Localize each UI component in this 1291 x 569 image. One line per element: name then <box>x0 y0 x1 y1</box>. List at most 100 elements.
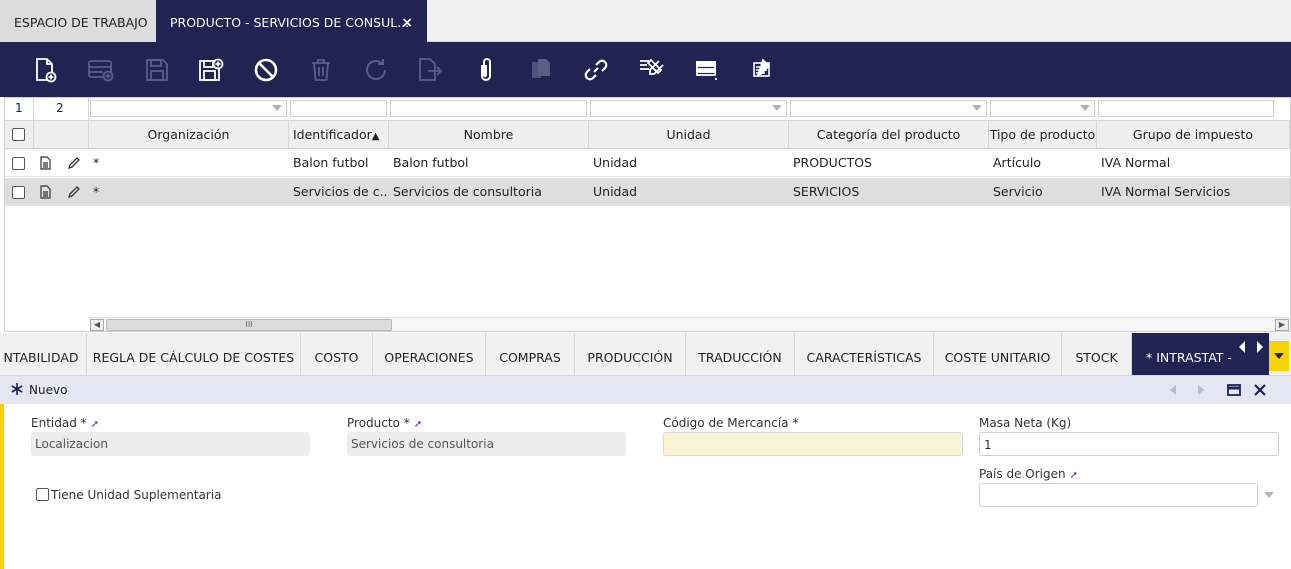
tab-operaciones[interactable]: OPERACIONES <box>373 333 486 375</box>
tab-coste-unitario[interactable]: COSTE UNITARIO <box>934 333 1062 375</box>
column-tipo[interactable]: Tipo de producto <box>989 121 1097 148</box>
open-form-icon[interactable] <box>38 156 52 170</box>
link-arrow-icon[interactable]: ➚ <box>414 419 422 430</box>
unidad-suplementaria-label: Tiene Unidad Suplementaria <box>51 488 222 502</box>
column-unidad[interactable]: Unidad <box>589 121 789 148</box>
filter-row: 1 2 <box>5 98 1290 120</box>
column-grupo-impuesto[interactable]: Grupo de impuesto <box>1097 121 1290 148</box>
column-identificador[interactable]: Identificador▲ <box>289 121 389 148</box>
table-row[interactable]: * Servicios de c... Servicios de consult… <box>5 178 1290 206</box>
form-view-icon[interactable] <box>693 56 721 84</box>
tab-caracteristicas[interactable]: CARACTERÍSTICAS <box>795 333 934 375</box>
close-tab-icon[interactable]: × <box>401 0 413 46</box>
product-grid: 1 2 Organización Identificador▲ Nombre U… <box>4 97 1291 332</box>
scroll-thumb[interactable]: III <box>106 319 392 331</box>
close-form-icon[interactable] <box>1254 384 1266 396</box>
selected-count: 1 <box>15 101 23 115</box>
form-status-label: Nuevo <box>29 383 68 397</box>
masa-neta-label: Masa Neta (Kg) <box>979 416 1072 430</box>
link-arrow-icon[interactable]: ➚ <box>1070 470 1078 481</box>
masa-neta-input[interactable]: 1 <box>979 432 1279 456</box>
row-checkbox[interactable] <box>12 157 25 170</box>
undo-icon[interactable] <box>252 56 280 84</box>
select-all-checkbox[interactable] <box>12 128 25 141</box>
open-form-icon[interactable] <box>38 185 52 199</box>
scroll-right-icon[interactable]: ▶ <box>1275 319 1289 331</box>
audit-icon[interactable] <box>748 56 776 84</box>
filter-unidad[interactable] <box>590 100 787 117</box>
new-row-icon <box>87 56 115 84</box>
subtab-prev-icon[interactable] <box>1236 340 1250 354</box>
producto-label: Producto * ➚ <box>347 416 423 430</box>
save-icon <box>143 56 171 84</box>
unidad-suplementaria-checkbox[interactable] <box>36 488 49 501</box>
copy-icon <box>527 56 555 84</box>
codigo-mercancia-input[interactable] <box>663 432 963 456</box>
pais-origen-select[interactable] <box>979 483 1258 507</box>
record-next-icon <box>1198 385 1204 395</box>
tab-traduccion[interactable]: TRADUCCIÓN <box>686 333 795 375</box>
cell-tax: IVA Normal Servicios <box>1101 184 1231 199</box>
column-categoria[interactable]: Categoría del producto <box>789 121 989 148</box>
maximize-icon[interactable] <box>1227 384 1241 396</box>
table-row[interactable]: * Balon futbol Balon futbol Unidad PRODU… <box>5 149 1290 177</box>
chevron-down-icon[interactable] <box>1264 492 1274 498</box>
form-status-bar <box>0 376 4 569</box>
cell-name: Balon futbol <box>393 155 469 170</box>
sort-asc-icon: ▲ <box>371 131 380 142</box>
scroll-left-icon[interactable]: ◀ <box>90 319 104 331</box>
link-arrow-icon[interactable]: ➚ <box>91 419 99 430</box>
save-new-icon[interactable] <box>197 56 225 84</box>
tab-regla-calculo-costes[interactable]: REGLA DE CÁLCULO DE COSTES <box>87 333 301 375</box>
codigo-mercancia-label: Código de Mercancía * <box>663 416 799 430</box>
tab-produccion[interactable]: PRODUCCIÓN <box>575 333 686 375</box>
entidad-label: Entidad * ➚ <box>31 416 100 430</box>
producto-field: Servicios de consultoria <box>347 432 626 456</box>
cell-id: Balon futbol <box>293 155 369 170</box>
filter-nombre[interactable] <box>390 100 587 117</box>
attach-icon[interactable] <box>472 56 500 84</box>
tab-product[interactable]: PRODUCTO - SERVICIOS DE CONSUL... × <box>156 0 427 42</box>
entidad-field: Localizacion <box>31 432 310 456</box>
pais-origen-label: País de Origen ➚ <box>979 467 1078 481</box>
grid-header: Organización Identificador▲ Nombre Unida… <box>5 120 1290 149</box>
subtab-menu-button[interactable] <box>1269 341 1289 371</box>
filter-grupo-impuesto[interactable] <box>1098 100 1274 117</box>
tab-workspace[interactable]: ESPACIO DE TRABAJO <box>0 0 156 42</box>
cell-type: Servicio <box>993 184 1043 199</box>
filter-identificador[interactable] <box>290 100 387 117</box>
subtab-next-icon[interactable] <box>1254 340 1268 354</box>
cell-unit: Unidad <box>593 155 638 170</box>
cell-unit: Unidad <box>593 184 638 199</box>
filter-organizacion[interactable] <box>90 100 287 117</box>
toolbar <box>0 42 1291 97</box>
select-all-cell <box>5 121 34 148</box>
export-icon <box>416 56 444 84</box>
refresh-icon <box>362 56 390 84</box>
top-tab-bar: ESPACIO DE TRABAJO PRODUCTO - SERVICIOS … <box>0 0 1291 42</box>
cell-tax: IVA Normal <box>1101 155 1171 170</box>
record-prev-icon <box>1170 385 1176 395</box>
column-organizacion[interactable]: Organización <box>89 121 289 148</box>
cell-org: * <box>93 184 100 199</box>
tab-costo[interactable]: COSTO <box>301 333 373 375</box>
tools-icon[interactable] <box>637 56 665 84</box>
filter-tipo[interactable] <box>990 100 1095 117</box>
horizontal-scrollbar[interactable]: ◀ III ▶ <box>90 317 1289 331</box>
edit-row-icon[interactable] <box>67 156 81 170</box>
filter-categoria[interactable] <box>790 100 987 117</box>
column-nombre[interactable]: Nombre <box>389 121 589 148</box>
tab-contabilidad[interactable]: NTABILIDAD <box>0 333 87 375</box>
tab-compras[interactable]: COMPRAS <box>486 333 575 375</box>
cell-id: Servicios de c... <box>293 184 389 199</box>
new-document-icon[interactable] <box>31 56 59 84</box>
edit-row-icon[interactable] <box>67 185 81 199</box>
subtab-bar: NTABILIDAD REGLA DE CÁLCULO DE COSTES CO… <box>0 333 1291 376</box>
total-count: 2 <box>56 101 64 115</box>
new-record-icon <box>11 383 23 395</box>
form-header: Nuevo <box>0 376 1291 404</box>
link-icon[interactable] <box>582 56 610 84</box>
cell-category: PRODUCTOS <box>793 155 872 170</box>
tab-stock[interactable]: STOCK <box>1062 333 1132 375</box>
row-checkbox[interactable] <box>12 186 25 199</box>
